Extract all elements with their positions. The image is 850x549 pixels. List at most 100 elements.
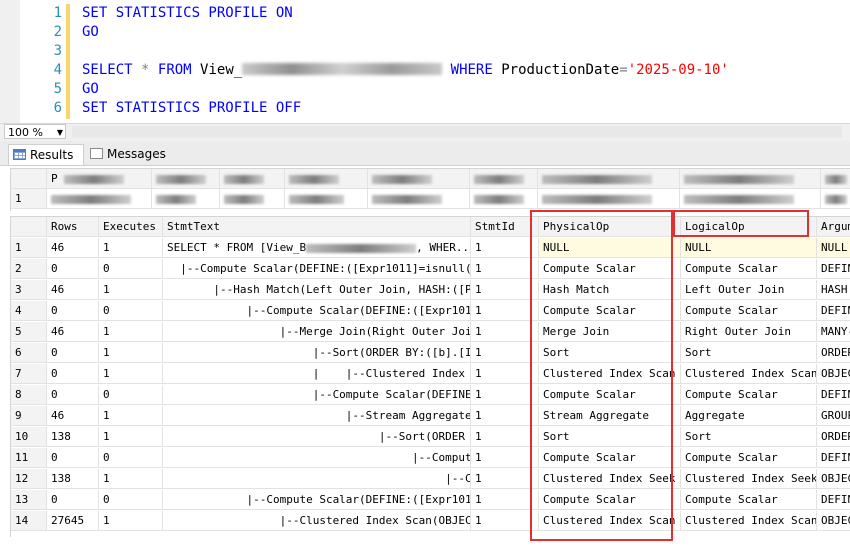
cell-logicalop[interactable]: Compute Scalar (681, 448, 817, 468)
table-cell[interactable] (152, 189, 220, 209)
column-header[interactable] (538, 169, 680, 189)
cell-stmttext[interactable]: |--Stream Aggregate... (163, 406, 471, 426)
cell-stmttext[interactable]: |--Sort(ORDER ... (163, 427, 471, 447)
column-header-argument[interactable]: Argumen (817, 217, 850, 237)
cell-stmtid[interactable]: 1 (471, 448, 539, 468)
table-row[interactable]: 1 46 1 SELECT * FROM [View_B, WHER... 1 NULL N… (11, 238, 850, 259)
cell-executes[interactable]: 0 (99, 448, 163, 468)
cell-rows[interactable]: 46 (47, 280, 99, 300)
column-header[interactable] (368, 169, 470, 189)
column-header[interactable]: P (47, 169, 152, 189)
table-row[interactable]: 3 46 1 |--Hash Match(Left Outer Join, HASH… (11, 280, 850, 301)
cell-stmttext[interactable]: |--Merge Join(Right Outer Joi... (163, 322, 471, 342)
cell-stmtid[interactable]: 1 (471, 280, 539, 300)
cell-logicalop[interactable]: Clustered Index Scan (681, 364, 817, 384)
code-line-1[interactable]: SET STATISTICS PROFILE ON (82, 5, 293, 21)
cell-executes[interactable]: 0 (99, 301, 163, 321)
cell-executes[interactable]: 1 (99, 280, 163, 300)
cell-rows[interactable]: 0 (47, 364, 99, 384)
cell-logicalop[interactable]: Sort (681, 343, 817, 363)
table-row[interactable]: 701 | |--Clustered Index ... 1 Clustered I… (11, 364, 850, 385)
column-header[interactable] (220, 169, 285, 189)
table-cell[interactable] (680, 189, 821, 209)
cell-stmtid[interactable]: 1 (471, 322, 539, 342)
table-row[interactable]: 14 27645 1 |--Clustered Index Scan(OBJEC..… (11, 511, 850, 532)
cell-stmttext[interactable]: |--C... (163, 469, 471, 489)
cell-stmtid[interactable]: 1 (471, 364, 539, 384)
cell-logicalop[interactable]: NULL (681, 238, 817, 258)
cell-argument[interactable]: DEFINE (817, 301, 850, 321)
table-cell[interactable] (220, 189, 285, 209)
table-cell[interactable] (285, 189, 368, 209)
cell-stmtid[interactable]: 1 (471, 490, 539, 510)
table-row[interactable]: 200 |--Compute Scalar(DEFINE:([Expr1011]… (11, 259, 850, 280)
cell-argument[interactable]: OBJECT (817, 511, 850, 531)
result-grid-1[interactable]: P 1 (10, 168, 850, 211)
cell-executes[interactable]: 1 (99, 469, 163, 489)
cell-argument[interactable]: OBJECT (817, 469, 850, 489)
cell-executes[interactable]: 0 (99, 490, 163, 510)
table-row[interactable]: 800 |--Compute Scalar(DEFINE... 1 Compute … (11, 385, 850, 406)
table-row[interactable]: 11 0 0 |--Comput... 1 Compute Scalar Compute … (11, 448, 850, 469)
cell-executes[interactable]: 1 (99, 343, 163, 363)
table-cell[interactable] (538, 189, 680, 209)
cell-argument[interactable]: ORDER (817, 427, 850, 447)
code-line-5[interactable]: GO (82, 81, 99, 97)
cell-stmttext[interactable]: |--Comput... (163, 448, 471, 468)
cell-logicalop[interactable]: Left Outer Join (681, 280, 817, 300)
cell-rows[interactable]: 46 (47, 238, 99, 258)
cell-rows[interactable]: 46 (47, 406, 99, 426)
cell-stmttext[interactable]: | |--Clustered Index ... (163, 364, 471, 384)
tab-results[interactable]: Results (8, 144, 84, 165)
table-row[interactable]: 5 46 1 |--Merge Join(Right Outer Joi... 1 Me… (11, 322, 850, 343)
query-editor[interactable]: 1 2 3 4 5 6 SET STATISTICS PROFILE ON GO… (0, 0, 850, 123)
table-cell[interactable] (470, 189, 538, 209)
cell-argument[interactable]: HASH:( (817, 280, 850, 300)
chevron-down-icon[interactable]: ▼ (57, 125, 63, 140)
cell-stmttext[interactable]: |--Hash Match(Left Outer Join, HASH:([P.… (163, 280, 471, 300)
cell-logicalop[interactable]: Compute Scalar (681, 385, 817, 405)
cell-argument[interactable]: GROUP (817, 406, 850, 426)
table-row[interactable]: 400 |--Compute Scalar(DEFINE:([Expr101..… (11, 301, 850, 322)
cell-argument[interactable]: MANY-T (817, 322, 850, 342)
cell-argument[interactable]: DEFINE (817, 448, 850, 468)
cell-stmtid[interactable]: 1 (471, 343, 539, 363)
cell-logicalop[interactable]: Sort (681, 427, 817, 447)
table-cell[interactable] (821, 189, 850, 209)
cell-argument[interactable]: DEFINE (817, 385, 850, 405)
cell-argument[interactable]: OBJECT (817, 364, 850, 384)
cell-stmttext[interactable]: |--Compute Scalar(DEFINE... (163, 385, 471, 405)
cell-stmttext[interactable]: |--Compute Scalar(DEFINE:([Expr101... (163, 301, 471, 321)
cell-rows[interactable]: 0 (47, 259, 99, 279)
cell-stmtid[interactable]: 1 (471, 238, 539, 258)
cell-logicalop[interactable]: Clustered Index Scan (681, 511, 817, 531)
table-row[interactable]: 13 0 0 |--Compute Scalar(DEFINE:([Expr101.… (11, 490, 850, 511)
cell-logicalop[interactable]: Compute Scalar (681, 490, 817, 510)
cell-rows[interactable]: 138 (47, 427, 99, 447)
cell-rows[interactable]: 46 (47, 322, 99, 342)
code-line-4[interactable]: SELECT * FROM View_ WHERE ProductionDate… (82, 62, 729, 78)
cell-executes[interactable]: 1 (99, 238, 163, 258)
cell-rows[interactable]: 0 (47, 385, 99, 405)
column-header-stmtid[interactable]: StmtId (471, 217, 539, 237)
zoom-dropdown[interactable]: 100 % ▼ (4, 124, 66, 139)
cell-argument[interactable]: NULL (817, 238, 850, 258)
column-header[interactable] (285, 169, 368, 189)
table-row[interactable]: 101381 |--Sort(ORDER ...1SortSortORDER (11, 427, 850, 448)
column-header-stmttext[interactable]: StmtText (163, 217, 471, 237)
column-header[interactable] (152, 169, 220, 189)
table-row[interactable]: 9 46 1 |--Stream Aggregate... 1 Stream Aggre… (11, 406, 850, 427)
code-line-6[interactable]: SET STATISTICS PROFILE OFF (82, 100, 301, 116)
cell-rows[interactable]: 138 (47, 469, 99, 489)
table-row[interactable]: 601 |--Sort(ORDER BY:([b].[I... 1 Sort Sort… (11, 343, 850, 364)
column-header[interactable] (470, 169, 538, 189)
cell-stmttext[interactable]: |--Clustered Index Scan(OBJEC... (163, 511, 471, 531)
cell-stmtid[interactable]: 1 (471, 469, 539, 489)
cell-stmtid[interactable]: 1 (471, 511, 539, 531)
horizontal-scrollbar[interactable] (72, 126, 842, 138)
column-header-executes[interactable]: Executes (99, 217, 163, 237)
cell-executes[interactable]: 0 (99, 259, 163, 279)
code-line-2[interactable]: GO (82, 24, 99, 40)
cell-stmttext[interactable]: SELECT * FROM [View_B , WHER... (163, 238, 471, 258)
cell-stmttext[interactable]: |--Compute Scalar(DEFINE:([Expr1011]=isn… (163, 259, 471, 279)
